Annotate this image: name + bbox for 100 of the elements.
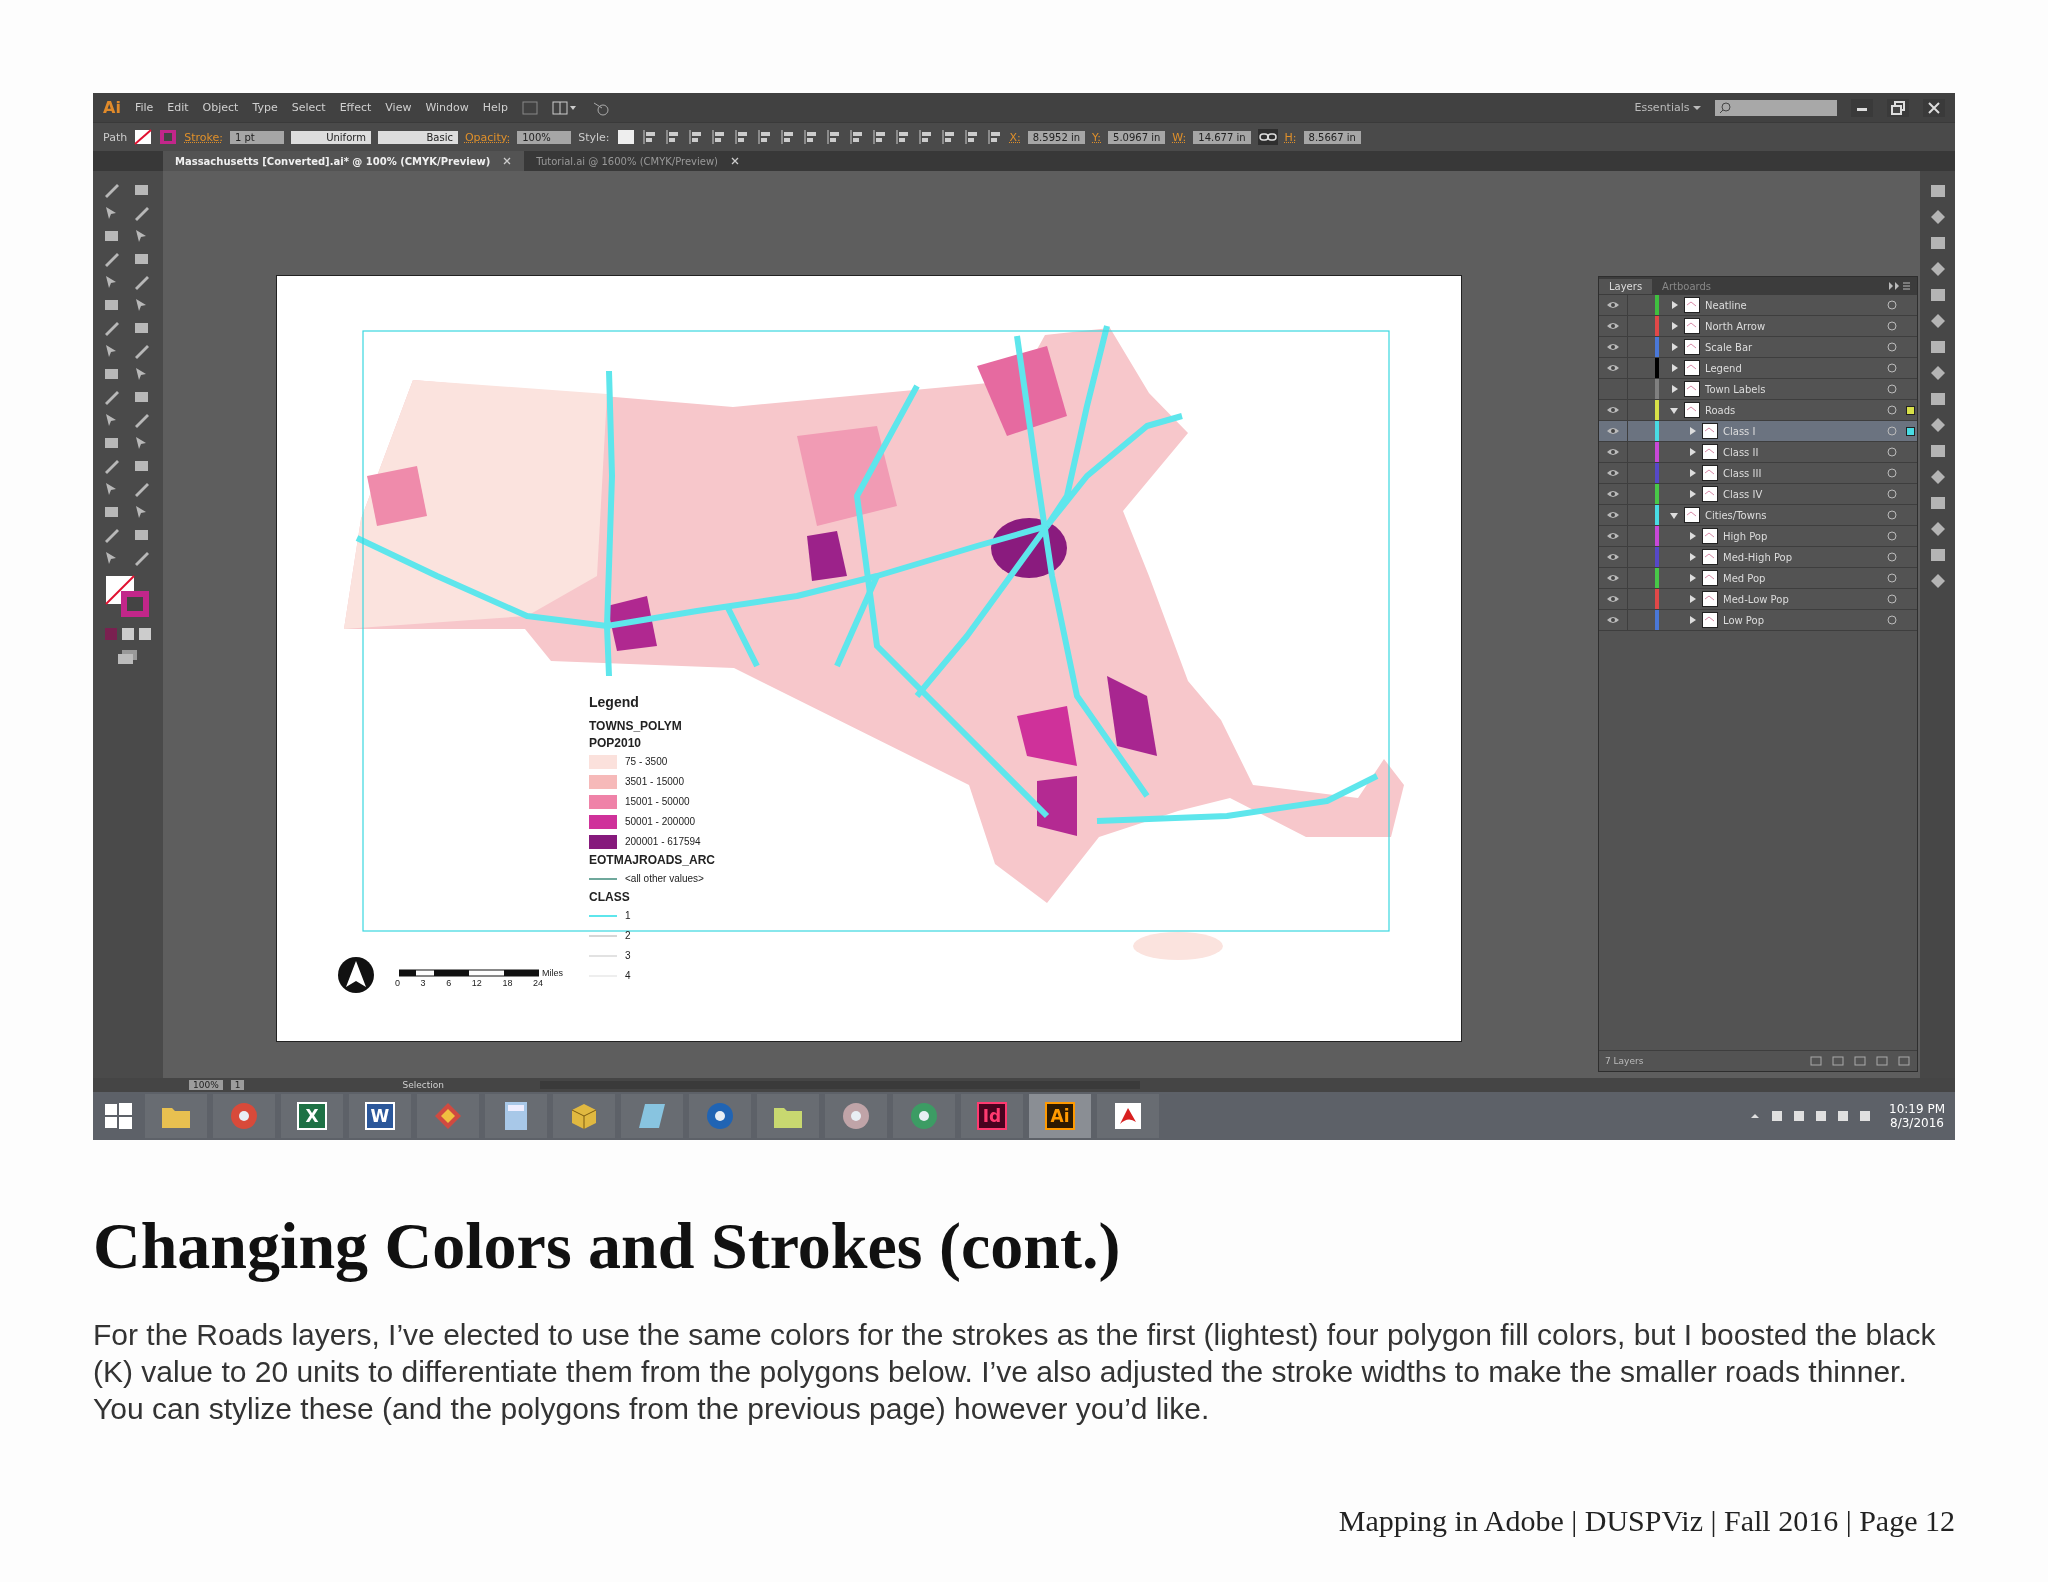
tray-icon[interactable] (1769, 1108, 1785, 1124)
disclosure-triangle-icon[interactable] (1687, 531, 1697, 541)
panel-icon[interactable] (1928, 235, 1947, 251)
align-icon[interactable] (802, 129, 819, 145)
layer-row[interactable]: Class I (1599, 421, 1917, 442)
align-icon[interactable] (710, 129, 727, 145)
taskbar-app[interactable]: Id (961, 1094, 1023, 1138)
disclosure-triangle-icon[interactable] (1669, 363, 1679, 373)
taskbar-app[interactable]: X (281, 1094, 343, 1138)
layer-row[interactable]: Low Pop (1599, 610, 1917, 631)
disclosure-triangle-icon[interactable] (1669, 342, 1679, 352)
eye-icon[interactable] (1606, 321, 1620, 331)
layer-row[interactable]: High Pop (1599, 526, 1917, 547)
disclosure-triangle-icon[interactable] (1669, 300, 1679, 310)
color-mode-icon[interactable] (121, 627, 135, 641)
menu-item[interactable]: Edit (167, 101, 189, 114)
panel-action-icon[interactable] (1853, 1055, 1867, 1067)
selection-indicator[interactable] (1905, 426, 1915, 436)
layer-row[interactable]: Class II (1599, 442, 1917, 463)
target-icon[interactable] (1886, 341, 1898, 353)
workspace-switcher[interactable]: Essentials (1634, 101, 1701, 114)
minimize-icon[interactable] (1851, 98, 1873, 117)
disclosure-triangle-icon[interactable] (1687, 468, 1697, 478)
disclosure-triangle-icon[interactable] (1669, 321, 1679, 331)
align-icon[interactable] (664, 129, 681, 145)
eye-icon[interactable] (1606, 510, 1620, 520)
target-icon[interactable] (1886, 446, 1898, 458)
layer-row[interactable]: Med-Low Pop (1599, 589, 1917, 610)
target-icon[interactable] (1886, 362, 1898, 374)
close-icon[interactable] (1923, 98, 1945, 117)
stroke-weight-field[interactable]: 1 pt (229, 130, 284, 144)
target-icon[interactable] (1886, 320, 1898, 332)
document-tab[interactable]: Massachusetts [Converted].ai* @ 100% (CMYK/Preview) (163, 151, 525, 171)
target-icon[interactable] (1886, 509, 1898, 521)
layer-row[interactable]: Cities/Towns (1599, 505, 1917, 526)
screen-mode-icon[interactable] (117, 649, 139, 665)
taskbar-app[interactable] (757, 1094, 819, 1138)
target-icon[interactable] (1886, 593, 1898, 605)
taskbar-app[interactable] (689, 1094, 751, 1138)
menu-item[interactable]: Effect (339, 101, 372, 114)
layer-row[interactable]: Med Pop (1599, 568, 1917, 589)
clock-time[interactable]: 10:19 PM (1889, 1102, 1945, 1116)
layer-row[interactable]: Neatline (1599, 295, 1917, 316)
close-icon[interactable] (502, 156, 513, 166)
disclosure-triangle-icon[interactable] (1669, 510, 1679, 520)
panel-icon[interactable] (1928, 495, 1947, 511)
stroke-label[interactable]: Stroke: (184, 130, 223, 144)
eye-icon[interactable] (1606, 615, 1620, 625)
panel-tab[interactable]: Artboards (1652, 278, 1722, 294)
transform-field[interactable]: 5.0967 in (1108, 130, 1166, 144)
align-icon[interactable] (779, 129, 796, 145)
layer-row[interactable]: Class III (1599, 463, 1917, 484)
panel-icon[interactable] (1928, 391, 1947, 407)
panel-tab[interactable]: Layers (1599, 278, 1653, 294)
menu-item[interactable]: Window (425, 101, 469, 114)
align-icon[interactable] (733, 129, 750, 145)
eye-icon[interactable] (1606, 531, 1620, 541)
target-icon[interactable] (1886, 425, 1898, 437)
eye-icon[interactable] (1606, 552, 1620, 562)
align-icon[interactable] (756, 129, 773, 145)
artboard-field[interactable]: 1 (230, 1080, 245, 1090)
disclosure-triangle-icon[interactable] (1687, 426, 1697, 436)
panel-icon[interactable] (1928, 287, 1947, 303)
layer-row[interactable]: Scale Bar (1599, 337, 1917, 358)
tray-icon[interactable] (1857, 1108, 1873, 1124)
eye-icon[interactable] (1606, 405, 1620, 415)
menu-item[interactable]: View (385, 101, 412, 114)
layer-row[interactable]: Town Labels (1599, 379, 1917, 400)
panel-menu-icon[interactable] (1887, 280, 1911, 292)
style-swatch[interactable] (616, 129, 635, 145)
document-tab[interactable]: Tutorial.ai @ 1600% (CMYK/Preview) (524, 151, 752, 171)
target-icon[interactable] (1886, 467, 1898, 479)
align-icon[interactable] (848, 129, 865, 145)
tray-icon[interactable] (1835, 1108, 1851, 1124)
target-icon[interactable] (1886, 530, 1898, 542)
fill-swatch[interactable] (134, 129, 153, 145)
eye-icon[interactable] (1606, 489, 1620, 499)
align-icon[interactable] (871, 129, 888, 145)
taskbar-app[interactable]: W (349, 1094, 411, 1138)
taskbar-app[interactable] (417, 1094, 479, 1138)
color-mode-icon[interactable] (138, 627, 152, 641)
search-field[interactable] (1715, 99, 1837, 116)
disclosure-triangle-icon[interactable] (1669, 384, 1679, 394)
target-icon[interactable] (1886, 404, 1898, 416)
taskbar-app[interactable]: Ai (1029, 1094, 1091, 1138)
restore-icon[interactable] (1887, 98, 1909, 117)
eye-icon[interactable] (1606, 426, 1620, 436)
opacity-label[interactable]: Opacity: (464, 130, 511, 144)
panel-action-icon[interactable] (1831, 1055, 1845, 1067)
eye-icon[interactable] (1606, 594, 1620, 604)
menu-item[interactable]: Select (291, 101, 326, 114)
transform-field[interactable]: 8.5952 in (1027, 130, 1086, 144)
disclosure-triangle-icon[interactable] (1687, 615, 1697, 625)
align-icon[interactable] (917, 129, 934, 145)
taskbar-app[interactable] (621, 1094, 683, 1138)
taskbar-app[interactable] (485, 1094, 547, 1138)
windows-logo-icon[interactable] (103, 1101, 133, 1131)
transform-field[interactable]: 8.5667 in (1303, 130, 1361, 144)
panel-action-icon[interactable] (1875, 1055, 1889, 1067)
align-icon[interactable] (825, 129, 842, 145)
